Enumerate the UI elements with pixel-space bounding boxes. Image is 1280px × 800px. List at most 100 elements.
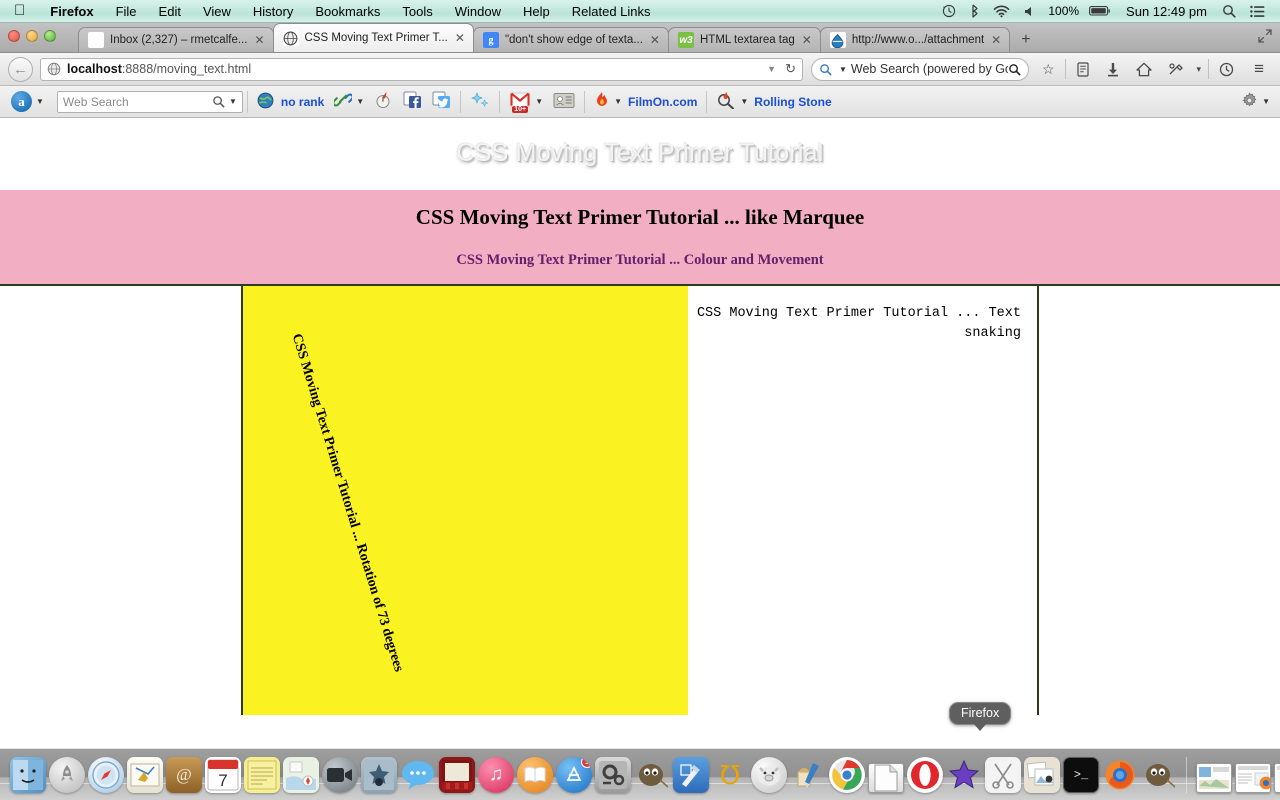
contacts-icon[interactable] (553, 92, 575, 112)
twitter-share-group[interactable] (427, 91, 456, 112)
chevron-down-icon[interactable]: ▼ (761, 64, 782, 74)
screenshot-icon[interactable] (985, 756, 1021, 793)
opera-icon[interactable] (907, 756, 943, 793)
volume-icon[interactable] (1017, 5, 1041, 18)
filmon-group[interactable]: ▼ FilmOn.com (589, 91, 702, 112)
close-icon[interactable]: ✕ (254, 33, 264, 47)
downloads-icon[interactable] (1098, 62, 1128, 77)
contacts-icon[interactable]: @ (166, 756, 202, 793)
filmon-bookmark-label[interactable]: FilmOn.com (628, 95, 697, 109)
menu-item-related-links[interactable]: Related Links (561, 4, 662, 19)
menu-item-firefox[interactable]: Firefox (39, 4, 104, 19)
itunes-icon[interactable]: ♫ (478, 756, 514, 793)
bluetooth-icon[interactable] (963, 4, 986, 18)
address-bar[interactable]: localhost:8888/moving_text.html ▼ ↻ (40, 57, 803, 81)
fullscreen-toggle-icon[interactable] (1258, 29, 1272, 46)
history-icon[interactable] (1211, 62, 1242, 77)
chevron-down-icon[interactable]: ▾ (1192, 64, 1207, 75)
terminal-icon[interactable]: >_ (1063, 756, 1099, 793)
ibooks-icon[interactable] (517, 756, 553, 793)
wifi-icon[interactable] (986, 4, 1017, 18)
alexa-rank-group[interactable]: no rank (252, 92, 329, 112)
search-bar[interactable]: ▼ Web Search (powered by Goo (810, 57, 1029, 81)
launchpad-icon[interactable] (49, 756, 85, 793)
link-chain-icon[interactable] (332, 92, 354, 111)
menu-item-view[interactable]: View (192, 4, 242, 19)
minimized-window-gallery[interactable] (1196, 762, 1232, 793)
contacts-group[interactable] (548, 92, 580, 112)
chevron-down-icon[interactable]: ▼ (740, 97, 748, 106)
minimize-window-button[interactable] (26, 30, 38, 42)
search-icon[interactable] (212, 95, 225, 108)
finder-icon[interactable] (10, 756, 46, 793)
home-icon[interactable] (1128, 62, 1160, 77)
close-icon[interactable]: ✕ (802, 33, 812, 47)
close-icon[interactable]: ✕ (455, 31, 465, 45)
zoom-window-button[interactable] (44, 30, 56, 42)
system-preferences-icon[interactable] (595, 756, 631, 793)
tab-attachment[interactable]: http://www.o.../attachment ✕ (819, 27, 1011, 52)
maps-icon[interactable] (283, 756, 319, 793)
mail-icon[interactable] (127, 756, 163, 793)
chevron-down-icon[interactable]: ▼ (36, 97, 44, 106)
alexa-icon[interactable]: a (11, 91, 32, 112)
menu-bar-clock[interactable]: Sun 12:49 pm (1118, 4, 1215, 19)
gmail-notifier-icon[interactable]: 10+ (509, 91, 531, 113)
libreoffice-icon[interactable] (868, 762, 904, 793)
new-tab-button[interactable]: + (1009, 31, 1042, 52)
imovie-icon[interactable] (946, 757, 982, 793)
back-button[interactable]: ← (8, 56, 33, 82)
photobooth-icon[interactable] (361, 756, 397, 793)
apple-icon[interactable]:  (14, 3, 25, 18)
menu-item-help[interactable]: Help (512, 4, 561, 19)
safari-icon[interactable] (88, 756, 124, 793)
facebook-share-group[interactable] (398, 91, 427, 112)
web-search-input[interactable]: Web Search ▼ (56, 90, 243, 113)
close-icon[interactable]: ✕ (650, 33, 660, 47)
gmail-notifier-group[interactable]: 10+ ▼ (504, 91, 548, 113)
search-icon[interactable] (1215, 4, 1243, 18)
chevron-down-icon[interactable]: ▼ (229, 97, 237, 106)
notes-icon[interactable] (244, 756, 280, 793)
messages-icon[interactable] (400, 757, 436, 793)
gimp2-icon[interactable] (1141, 757, 1177, 793)
notification-center-icon[interactable] (1243, 5, 1272, 18)
paintbrush-icon[interactable] (790, 757, 826, 793)
menu-item-file[interactable]: File (105, 4, 148, 19)
facebook-share-icon[interactable] (403, 91, 422, 112)
bookmark-star-icon[interactable]: ☆ (1034, 61, 1063, 78)
battery-icon[interactable] (1082, 5, 1118, 17)
sparkle-icon[interactable] (470, 91, 490, 112)
close-icon[interactable]: ✕ (991, 33, 1001, 47)
tab-css-moving-text[interactable]: CSS Moving Text Primer T... ✕ (272, 23, 474, 52)
addon-icon[interactable] (1160, 62, 1192, 77)
sparkle-group[interactable] (465, 91, 495, 112)
link-group[interactable]: ▼ (329, 92, 369, 111)
hamburger-menu-icon[interactable]: ≡ (1242, 59, 1272, 79)
reading-list-icon[interactable] (1068, 61, 1098, 77)
tab-google-search[interactable]: g "don't show edge of texta... ✕ (472, 27, 669, 52)
menu-item-history[interactable]: History (242, 4, 304, 19)
search-go-icon[interactable] (1008, 63, 1021, 76)
menu-item-window[interactable]: Window (444, 4, 512, 19)
rolling-stone-bookmark-label[interactable]: Rolling Stone (754, 95, 831, 109)
gimp-icon[interactable] (634, 757, 670, 793)
iphoto-icon[interactable] (1024, 756, 1060, 793)
tab-html-textarea[interactable]: w3 HTML textarea tag ✕ (667, 27, 821, 52)
settings-gear-icon[interactable] (1241, 91, 1258, 112)
rolling-stone-group[interactable]: ▼ Rolling Stone (711, 91, 836, 112)
facetime-icon[interactable] (322, 756, 358, 793)
twitter-share-icon[interactable] (432, 91, 451, 112)
chrome-icon[interactable] (829, 756, 865, 793)
menu-item-bookmarks[interactable]: Bookmarks (304, 4, 391, 19)
chevron-down-icon[interactable]: ▼ (839, 65, 847, 74)
xcode-icon[interactable] (673, 756, 709, 793)
minimized-window-firefox-2[interactable] (1274, 762, 1280, 793)
menu-item-tools[interactable]: Tools (391, 4, 443, 19)
chevron-down-icon[interactable]: ▼ (535, 97, 543, 106)
stumbleupon-icon[interactable] (374, 91, 393, 112)
pig-icon[interactable] (751, 756, 787, 793)
time-machine-icon[interactable] (935, 4, 963, 18)
minimized-window-firefox-1[interactable] (1235, 762, 1271, 793)
chevron-down-icon[interactable]: ▼ (1262, 97, 1270, 106)
